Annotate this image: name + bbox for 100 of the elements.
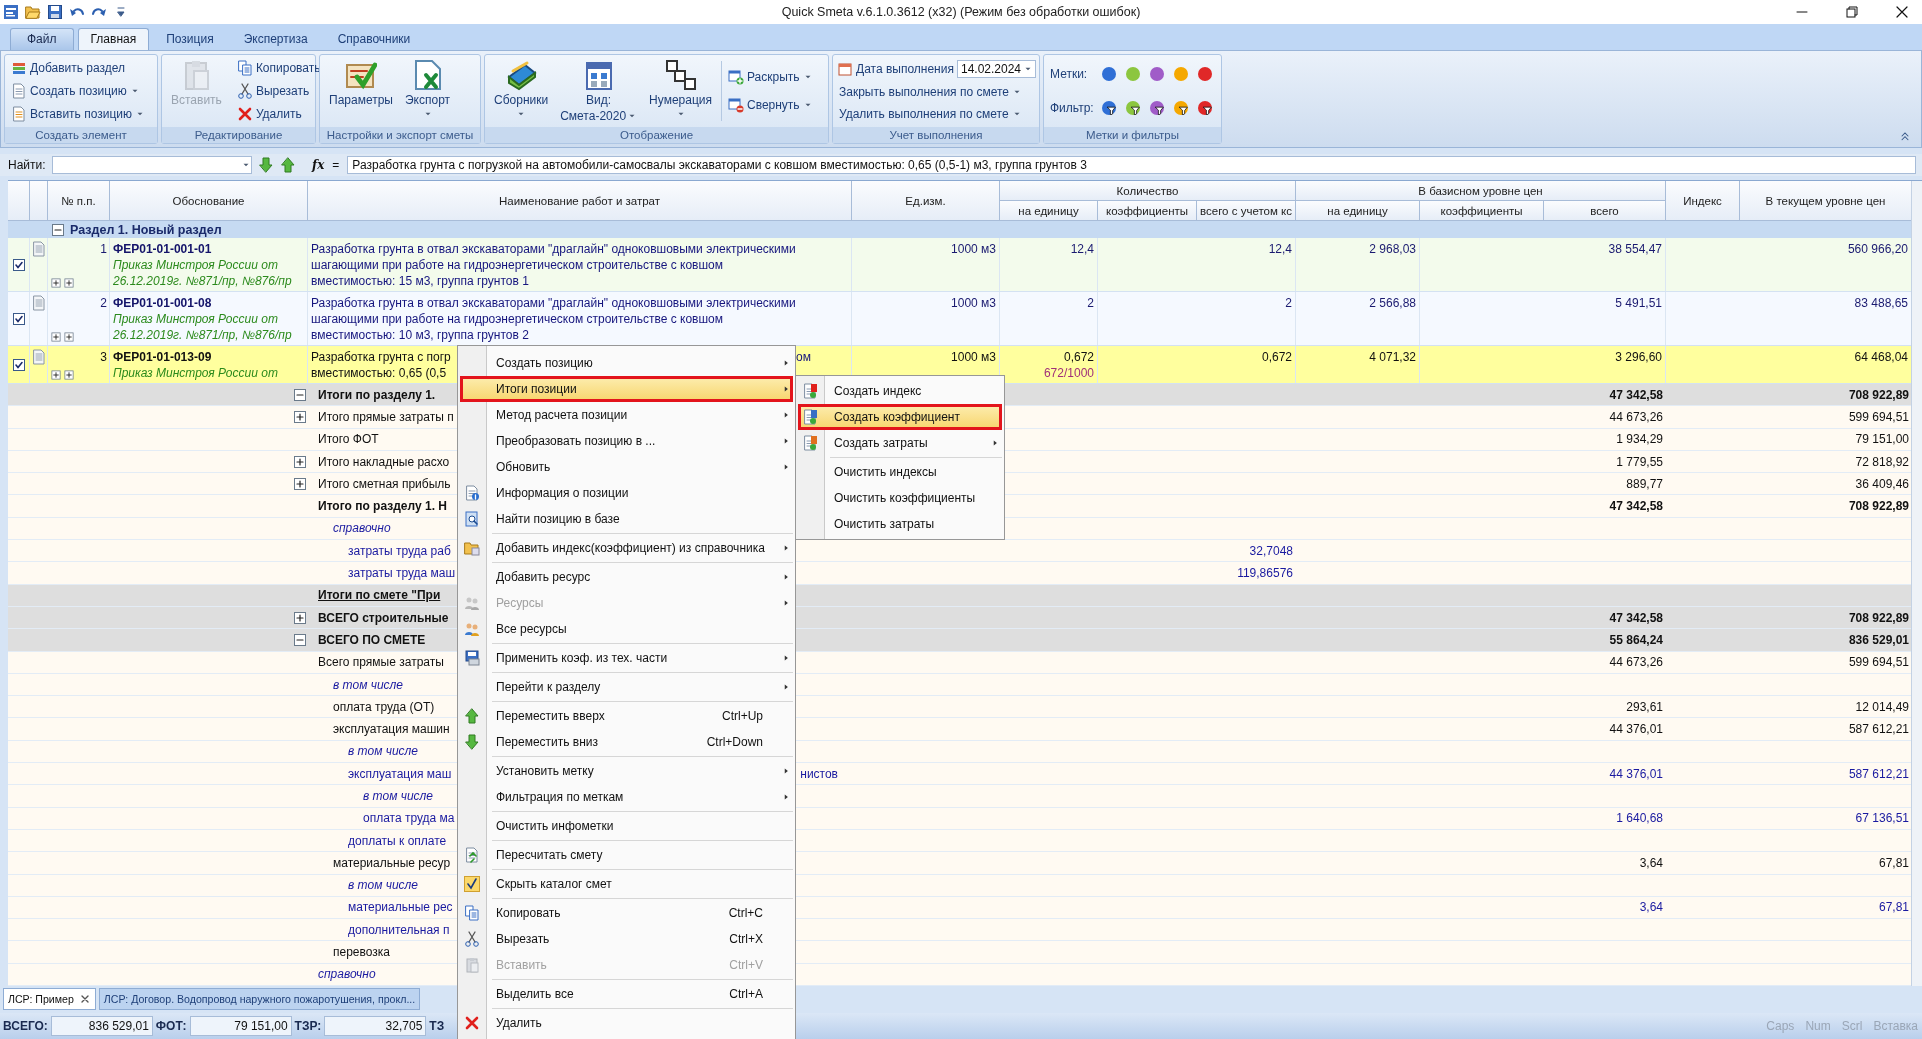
menu-item[interactable]: Пересчитать смету <box>460 842 793 868</box>
mark-dot[interactable] <box>1150 67 1164 81</box>
menu-item[interactable]: Создать позицию <box>460 350 793 376</box>
ribbon-button[interactable]: Копировать <box>234 59 323 78</box>
menu-item[interactable]: Копировать Ctrl+C <box>460 900 793 926</box>
column-header[interactable]: Индекс <box>1683 194 1722 207</box>
menu-item[interactable]: Добавить индекс(коэффициент) из справочника <box>460 535 793 561</box>
menu-item[interactable]: Переместить вниз Ctrl+Down <box>460 729 793 755</box>
ribbon-button[interactable]: Нумерация <box>644 57 717 125</box>
document-tab[interactable]: ЛСР: Договор. Водопровод наружного пожаротушения, прокл... <box>98 988 421 1010</box>
search-field[interactable] <box>52 156 252 174</box>
column-header[interactable]: Обоснование <box>172 194 245 207</box>
expand-toggle-icon[interactable] <box>292 609 308 626</box>
column-header[interactable]: № п.п. <box>61 194 96 207</box>
menu-item[interactable]: Очистить затраты <box>798 511 1002 537</box>
document-tab[interactable]: ЛСР: Пример <box>3 988 96 1010</box>
menu-item[interactable]: Перейти к разделу <box>460 674 793 700</box>
menu-item[interactable]: Фильтрация по меткам <box>460 784 793 810</box>
ribbon-button[interactable]: Вставить позицию <box>9 104 148 123</box>
column-header[interactable]: Ед.изм. <box>905 194 946 207</box>
save-icon[interactable] <box>47 4 63 20</box>
ribbon-button[interactable]: Создать позицию <box>9 82 148 100</box>
ribbon-button[interactable]: Удалить выполнения по смете <box>837 106 1036 122</box>
ribbon-button[interactable]: Вырезать <box>234 82 323 100</box>
filter-dot[interactable] <box>1126 101 1140 115</box>
expand-toggle-icon[interactable] <box>50 277 62 289</box>
ribbon-tab[interactable]: Файл <box>10 28 74 50</box>
menu-item[interactable]: Удалить <box>460 1010 793 1036</box>
collapse-toggle-icon[interactable] <box>292 631 308 648</box>
filter-dot[interactable] <box>1150 101 1164 115</box>
menu-item[interactable]: Выделить все Ctrl+A <box>460 981 793 1007</box>
restore-icon[interactable] <box>1844 4 1860 20</box>
formula-field[interactable]: Разработка грунта с погрузкой на автомобили-самосвалы экскаваторами с ковшом вместимостью: 0,65 (0,5-1) м3, группа грунтов 3 <box>347 156 1916 174</box>
menu-item[interactable]: Создать затраты <box>798 430 1002 456</box>
arrow-up-icon[interactable] <box>280 157 296 173</box>
expand-toggle-icon[interactable] <box>63 369 75 381</box>
expand-toggle-icon[interactable] <box>63 277 75 289</box>
menu-item[interactable]: Установить метку <box>460 758 793 784</box>
filter-dot[interactable] <box>1198 101 1212 115</box>
checkbox[interactable] <box>10 311 27 327</box>
menu-item[interactable]: Информация о позиции <box>460 480 793 506</box>
expand-toggle-icon[interactable] <box>292 453 308 470</box>
mark-dot[interactable] <box>1198 67 1212 81</box>
ribbon-button[interactable]: Параметры <box>324 57 398 125</box>
summary-label: эксплуатация машин <box>333 722 450 737</box>
menu-item[interactable]: Применить коэф. из тех. части <box>460 645 793 671</box>
function-label[interactable]: fx <box>312 158 325 172</box>
column-header[interactable]: всего <box>1590 204 1619 217</box>
folder-icon[interactable] <box>25 4 41 20</box>
ribbon-tab[interactable]: Справочники <box>324 28 424 50</box>
scrollbar[interactable] <box>1911 181 1922 986</box>
expand-toggle-icon[interactable] <box>63 331 75 343</box>
ribbon-button[interactable]: Свернуть <box>726 96 815 114</box>
ribbon-button[interactable]: Экспорт <box>399 57 456 125</box>
estimate-row[interactable] <box>8 292 1912 346</box>
expand-toggle-icon[interactable] <box>50 331 62 343</box>
mark-dot[interactable] <box>1102 67 1116 81</box>
collapse-toggle-icon[interactable] <box>292 386 308 403</box>
mark-dot[interactable] <box>1174 67 1188 81</box>
checkbox[interactable] <box>10 257 27 273</box>
menu-item[interactable]: Преобразовать позицию в ... <box>460 428 793 454</box>
ribbon-button[interactable]: Закрыть выполнения по смете <box>837 84 1036 100</box>
menu-item[interactable]: Итоги позиции <box>460 376 793 402</box>
ribbon-button[interactable]: Добавить раздел <box>9 59 148 78</box>
ribbon-button[interactable]: Сборники <box>489 57 554 125</box>
ribbon-tab[interactable]: Экспертиза <box>230 28 321 50</box>
close-icon[interactable] <box>1894 4 1910 20</box>
menu-item[interactable]: Все ресурсы <box>460 616 793 642</box>
menu-item[interactable]: Создать коэффициент <box>798 404 1002 430</box>
date-field[interactable]: 14.02.2024 <box>956 60 1036 78</box>
menu-item[interactable]: Метод расчета позиции <box>460 402 793 428</box>
section-row[interactable]: Раздел 1. Новый раздел <box>8 221 1912 238</box>
app-icon[interactable] <box>3 4 19 20</box>
ribbon-tab[interactable]: Главная <box>77 28 150 50</box>
expand-toggle-icon[interactable] <box>292 408 308 425</box>
menu-item[interactable]: Найти позицию в базе <box>460 506 793 532</box>
ribbon-button[interactable]: Удалить <box>234 104 323 123</box>
estimate-row[interactable] <box>8 238 1912 292</box>
menu-item[interactable]: Переместить вверх Ctrl+Up <box>460 703 793 729</box>
ribbon-button[interactable]: Вид: Смета-2020 <box>555 57 643 125</box>
collapse-ribbon-icon[interactable] <box>1899 130 1911 142</box>
menu-item[interactable]: Очистить индексы <box>798 459 1002 485</box>
menu-item[interactable]: Добавить ресурс <box>460 564 793 590</box>
ribbon-button[interactable]: Раскрыть <box>726 68 815 86</box>
menu-item[interactable]: Очистить инфометки <box>460 813 793 839</box>
collapse-toggle-icon[interactable] <box>50 221 66 238</box>
arrow-down-icon[interactable] <box>258 157 274 173</box>
filter-dot[interactable] <box>1174 101 1188 115</box>
folder-icon <box>464 540 480 556</box>
menu-item[interactable]: Вырезать Ctrl+X <box>460 926 793 952</box>
column-header[interactable]: Наименование работ и затрат <box>499 194 660 207</box>
menu-item[interactable]: Скрыть каталог смет <box>460 871 793 897</box>
expand-toggle-icon[interactable] <box>292 475 308 492</box>
filter-dot[interactable] <box>1102 101 1116 115</box>
menu-item[interactable]: Очистить коэффициенты <box>798 485 1002 511</box>
ribbon-tab[interactable]: Позиция <box>153 28 227 50</box>
checkbox[interactable] <box>10 357 27 373</box>
menu-item[interactable]: Обновить <box>460 454 793 480</box>
expand-toggle-icon[interactable] <box>50 369 62 381</box>
mark-dot[interactable] <box>1126 67 1140 81</box>
